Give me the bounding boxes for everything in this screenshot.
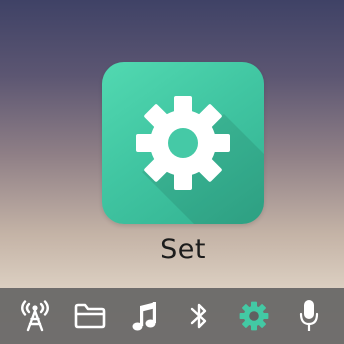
dock-item-music[interactable] [125,296,165,336]
app-label: Set [160,234,206,265]
dock-item-folder[interactable] [70,296,110,336]
home-screen: Set [0,0,344,344]
dock-bar [0,288,344,344]
antenna-icon [21,300,50,332]
dock-item-antenna[interactable] [15,296,55,336]
microphone-icon [299,300,318,331]
music-icon [132,302,156,331]
bluetooth-icon [191,303,207,329]
dock-item-microphone[interactable] [289,296,329,336]
gear-icon [239,301,269,331]
dock-item-bluetooth[interactable] [179,296,219,336]
gear-icon [136,96,230,190]
dock-item-settings[interactable] [234,296,274,336]
folder-icon [74,303,106,329]
settings-app-tile[interactable] [102,62,264,224]
